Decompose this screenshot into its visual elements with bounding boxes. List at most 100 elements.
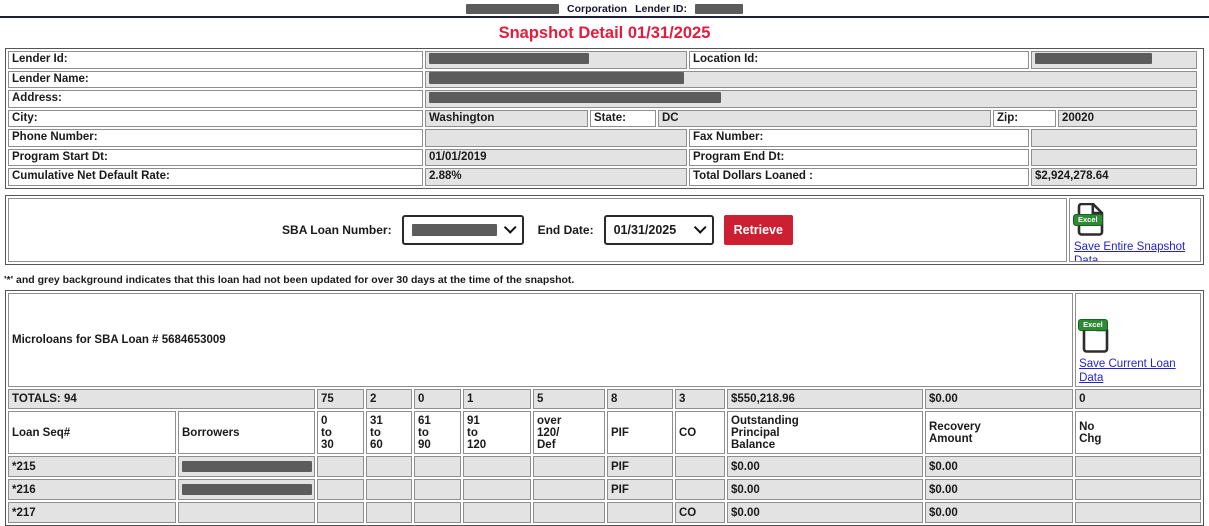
redacted-lender-name bbox=[429, 72, 684, 84]
bucket-0-30 bbox=[317, 502, 364, 523]
state-label: State: bbox=[590, 110, 656, 128]
header-91-120: 91 to 120 bbox=[463, 411, 531, 454]
zip-value: 20020 bbox=[1058, 110, 1197, 128]
lender-name-value bbox=[425, 71, 1197, 89]
totals-co: 3 bbox=[675, 389, 725, 409]
default-rate-value: 2.88% bbox=[425, 168, 687, 186]
chevron-down-icon bbox=[503, 221, 516, 234]
header-nochg: No Chg bbox=[1075, 411, 1201, 454]
program-start-label: Program Start Dt: bbox=[8, 149, 423, 167]
header-recovery: Recovery Amount bbox=[925, 411, 1073, 454]
header-over-120: over 120/ Def bbox=[533, 411, 605, 454]
bucket-31-60 bbox=[366, 479, 412, 500]
excel-file-icon: Excel bbox=[1080, 308, 1110, 343]
outstanding-balance: $0.00 bbox=[727, 456, 923, 477]
totals-outstanding-balance: $550,218.96 bbox=[727, 389, 923, 409]
bucket-over-120 bbox=[533, 456, 605, 477]
row-rate-total: Cumulative Net Default Rate: 2.88% Total… bbox=[8, 168, 1201, 186]
retrieve-button[interactable]: Retrieve bbox=[724, 215, 793, 245]
recovery-amount: $0.00 bbox=[925, 502, 1073, 523]
totals-91-120: 1 bbox=[463, 389, 531, 409]
column-header-row: Loan Seq# Borrowers 0 to 30 31 to 60 61 … bbox=[8, 411, 1201, 454]
address-label: Address: bbox=[8, 90, 423, 108]
corporation-label: Corporation bbox=[567, 3, 627, 15]
lender-id-value bbox=[425, 51, 687, 69]
sba-loan-number-select[interactable] bbox=[402, 215, 524, 245]
redacted-borrower-name bbox=[182, 461, 312, 472]
program-start-value: 01/01/2019 bbox=[425, 149, 687, 167]
program-end-label: Program End Dt: bbox=[689, 149, 1029, 167]
redacted-location-id-value bbox=[1035, 53, 1152, 64]
save-current-loan-link[interactable]: Save Current Loan Data bbox=[1079, 357, 1197, 386]
totals-pif: 8 bbox=[607, 389, 673, 409]
top-bar: Corporation Lender ID: bbox=[0, 0, 1209, 15]
header-pif: PIF bbox=[607, 411, 673, 454]
header-0-30: 0 to 30 bbox=[317, 411, 364, 454]
end-date-value: 01/31/2025 bbox=[614, 223, 677, 237]
zip-label: Zip: bbox=[993, 110, 1056, 128]
bucket-61-90 bbox=[414, 502, 461, 523]
totals-nochg: 0 bbox=[1075, 389, 1201, 409]
redacted-lender-id bbox=[695, 4, 743, 14]
phone-value bbox=[425, 129, 687, 147]
loan-row: *217 CO $0.00 $0.00 bbox=[8, 502, 1201, 523]
address-value bbox=[425, 90, 1197, 108]
total-loaned-label: Total Dollars Loaned : bbox=[689, 168, 1029, 186]
row-phone-fax: Phone Number: Fax Number: bbox=[8, 129, 1201, 147]
redacted-address bbox=[429, 92, 721, 103]
city-value: Washington bbox=[425, 110, 588, 128]
totals-row: TOTALS: 94 75 2 0 1 5 8 3 $550,218.96 $0… bbox=[8, 389, 1201, 409]
nochg bbox=[1075, 502, 1201, 523]
recovery-amount: $0.00 bbox=[925, 456, 1073, 477]
location-id-label: Location Id: bbox=[689, 51, 1029, 69]
retrieve-controls: SBA Loan Number: End Date: 01/31/2025 Re… bbox=[8, 198, 1067, 262]
row-lender-name: Lender Name: bbox=[8, 71, 1201, 89]
loan-seq: *216 bbox=[8, 479, 176, 500]
microloans-title: Microloans for SBA Loan # 5684653009 bbox=[8, 293, 1073, 388]
redacted-borrower-name bbox=[182, 484, 312, 495]
header-outstanding-balance: Outstanding Principal Balance bbox=[727, 411, 923, 454]
co-status: CO bbox=[675, 502, 725, 523]
borrower bbox=[178, 479, 315, 500]
city-label: City: bbox=[8, 110, 423, 128]
header-31-60: 31 to 60 bbox=[366, 411, 412, 454]
bucket-0-30 bbox=[317, 456, 364, 477]
outstanding-balance: $0.00 bbox=[727, 502, 923, 523]
header-61-90: 61 to 90 bbox=[414, 411, 461, 454]
grey-background-note: '*' and grey background indicates that t… bbox=[4, 274, 1209, 286]
outstanding-balance: $0.00 bbox=[727, 479, 923, 500]
nochg bbox=[1075, 479, 1201, 500]
header-borrowers: Borrowers bbox=[178, 411, 315, 454]
row-city-state-zip: City: Washington State: DC Zip: 20020 bbox=[8, 110, 1201, 128]
loan-seq: *215 bbox=[8, 456, 176, 477]
recovery-amount: $0.00 bbox=[925, 479, 1073, 500]
bucket-31-60 bbox=[366, 456, 412, 477]
totals-over-120: 5 bbox=[533, 389, 605, 409]
bucket-over-120 bbox=[533, 479, 605, 500]
default-rate-label: Cumulative Net Default Rate: bbox=[8, 168, 423, 186]
bucket-91-120 bbox=[463, 479, 531, 500]
retrieve-controls-box: SBA Loan Number: End Date: 01/31/2025 Re… bbox=[5, 195, 1204, 265]
loan-row: *216 PIF $0.00 $0.00 bbox=[8, 479, 1201, 500]
state-value: DC bbox=[658, 110, 991, 128]
end-date-select[interactable]: 01/31/2025 bbox=[604, 215, 714, 245]
header-loan-seq: Loan Seq# bbox=[8, 411, 176, 454]
end-date-label: End Date: bbox=[538, 223, 594, 237]
save-loan-cell: Excel Save Current Loan Data bbox=[1075, 293, 1201, 388]
loan-seq: *217 bbox=[8, 502, 176, 523]
save-snapshot-cell: Excel Save Entire Snapshot Data bbox=[1069, 198, 1201, 262]
microloans-table: Microloans for SBA Loan # 5684653009 Exc… bbox=[5, 290, 1204, 526]
header-co: CO bbox=[675, 411, 725, 454]
redacted-sba-loan-number bbox=[412, 224, 497, 236]
bucket-31-60 bbox=[366, 502, 412, 523]
row-lender-id: Lender Id: Location Id: bbox=[8, 51, 1201, 69]
fax-value bbox=[1031, 129, 1197, 147]
bucket-91-120 bbox=[463, 456, 531, 477]
save-entire-snapshot-link[interactable]: Save Entire Snapshot Data bbox=[1074, 240, 1196, 262]
co-status bbox=[675, 456, 725, 477]
sba-loan-number-label: SBA Loan Number: bbox=[282, 223, 392, 237]
bucket-91-120 bbox=[463, 502, 531, 523]
chevron-down-icon bbox=[693, 221, 706, 234]
bucket-61-90 bbox=[414, 479, 461, 500]
nochg bbox=[1075, 456, 1201, 477]
